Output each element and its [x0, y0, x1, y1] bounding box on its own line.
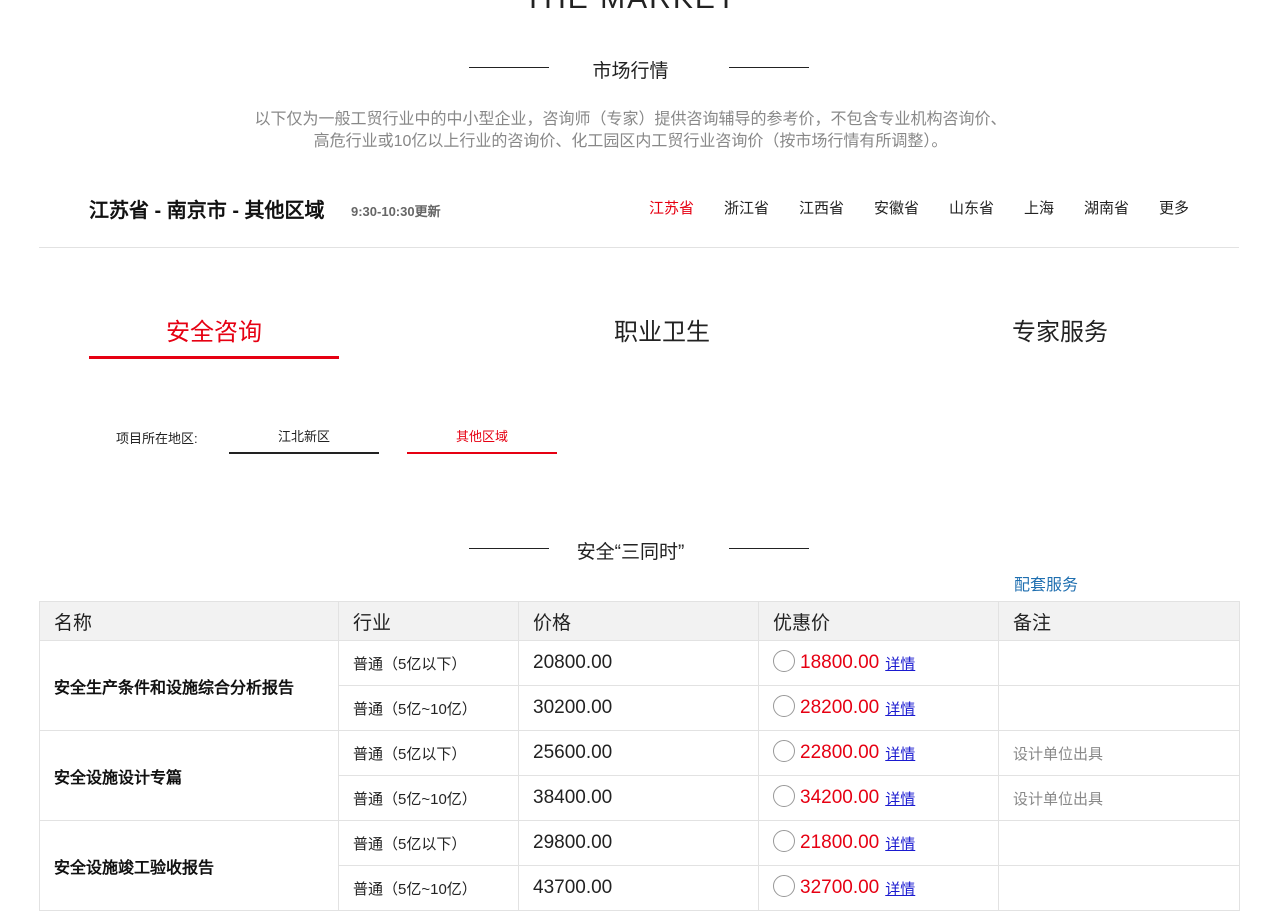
select-radio[interactable] — [773, 875, 795, 897]
english-title: THE MARKET — [0, 0, 1261, 14]
industry-cell: 普通（5亿~10亿） — [338, 775, 519, 821]
price-cell: 20800.00 — [518, 640, 759, 686]
discount-price: 34200.00 — [800, 787, 880, 808]
header-industry: 行业 — [338, 601, 519, 641]
province-more[interactable]: 更多 — [1159, 197, 1189, 218]
header-note: 备注 — [998, 601, 1240, 641]
section2-title: 安全“三同时” — [576, 542, 685, 563]
region-label: 项目所在地区: — [116, 431, 198, 446]
tab-occupational-health[interactable]: 职业卫生 — [537, 312, 787, 347]
active-tab-underline — [89, 356, 339, 359]
note-cell: 设计单位出具 — [998, 730, 1240, 776]
region-jiangbei[interactable]: 江北新区 — [229, 426, 379, 454]
select-radio[interactable] — [773, 650, 795, 672]
description-line-2: 高危行业或10亿以上行业的咨询价、化工园区内工贸行业咨询价（按市场行情有所调整）… — [313, 133, 948, 150]
discount-price: 28200.00 — [800, 697, 880, 718]
tab-safety-consulting[interactable]: 安全咨询 — [89, 312, 339, 347]
discount-cell: 21800.00 详情 — [758, 820, 999, 866]
industry-cell: 普通（5亿以下） — [338, 820, 519, 866]
province-shandong[interactable]: 山东省 — [949, 197, 994, 218]
price-cell: 38400.00 — [518, 775, 759, 821]
province-jiangsu[interactable]: 江苏省 — [649, 197, 694, 218]
discount-price: 18800.00 — [800, 652, 880, 673]
province-shanghai[interactable]: 上海 — [1024, 197, 1054, 218]
province-hunan[interactable]: 湖南省 — [1084, 197, 1129, 218]
note-cell — [998, 865, 1240, 911]
location-divider — [39, 247, 1239, 248]
item-name: 安全生产条件和设施综合分析报告 — [39, 640, 339, 731]
header-discount: 优惠价 — [758, 601, 999, 641]
discount-cell: 32700.00 详情 — [758, 865, 999, 911]
detail-link[interactable]: 详情 — [885, 656, 915, 673]
select-radio[interactable] — [773, 695, 795, 717]
region-other[interactable]: 其他区域 — [407, 426, 557, 454]
industry-cell: 普通（5亿以下） — [338, 640, 519, 686]
detail-link[interactable]: 详情 — [885, 746, 915, 763]
price-cell: 43700.00 — [518, 865, 759, 911]
price-table: 名称 行业 价格 优惠价 备注 安全生产条件和设施综合分析报告 普通（5亿以下）… — [39, 601, 1240, 911]
table-row: 安全设施竣工验收报告 普通（5亿以下） 29800.00 21800.00 详情 — [39, 820, 1240, 911]
discount-cell: 18800.00 详情 — [758, 640, 999, 686]
industry-cell: 普通（5亿以下） — [338, 730, 519, 776]
discount-price: 21800.00 — [800, 832, 880, 853]
select-radio[interactable] — [773, 830, 795, 852]
update-time: 9:30-10:30更新 — [351, 204, 441, 219]
detail-link[interactable]: 详情 — [885, 791, 915, 808]
current-location: 江苏省 - 南京市 - 其他区域 — [89, 200, 325, 222]
province-anhui[interactable]: 安徽省 — [874, 197, 919, 218]
select-radio[interactable] — [773, 740, 795, 762]
title-right-line — [729, 67, 809, 68]
note-cell — [998, 640, 1240, 686]
price-cell: 29800.00 — [518, 820, 759, 866]
table-header-row: 名称 行业 价格 优惠价 备注 — [39, 601, 1240, 641]
service-link[interactable]: 配套服务 — [1014, 571, 1078, 595]
detail-link[interactable]: 详情 — [885, 701, 915, 718]
item-name: 安全设施设计专篇 — [39, 730, 339, 821]
table-row: 安全生产条件和设施综合分析报告 普通（5亿以下） 20800.00 18800.… — [39, 640, 1240, 731]
detail-link[interactable]: 详情 — [885, 836, 915, 853]
note-cell: 设计单位出具 — [998, 775, 1240, 821]
province-jiangxi[interactable]: 江西省 — [799, 197, 844, 218]
section-title: 市场行情 — [592, 61, 669, 82]
discount-price: 22800.00 — [800, 742, 880, 763]
note-cell — [998, 685, 1240, 731]
select-radio[interactable] — [773, 785, 795, 807]
section2-right-line — [729, 548, 809, 549]
price-cell: 30200.00 — [518, 685, 759, 731]
note-cell — [998, 820, 1240, 866]
discount-cell: 28200.00 详情 — [758, 685, 999, 731]
discount-cell: 34200.00 详情 — [758, 775, 999, 821]
header-price: 价格 — [518, 601, 759, 641]
table-row: 安全设施设计专篇 普通（5亿以下） 25600.00 22800.00 详情 设计… — [39, 730, 1240, 821]
price-cell: 25600.00 — [518, 730, 759, 776]
header-name: 名称 — [39, 601, 339, 641]
industry-cell: 普通（5亿~10亿） — [338, 865, 519, 911]
province-zhejiang[interactable]: 浙江省 — [724, 197, 769, 218]
item-name: 安全设施竣工验收报告 — [39, 820, 339, 911]
tab-expert-service[interactable]: 专家服务 — [935, 312, 1185, 347]
discount-cell: 22800.00 详情 — [758, 730, 999, 776]
industry-cell: 普通（5亿~10亿） — [338, 685, 519, 731]
